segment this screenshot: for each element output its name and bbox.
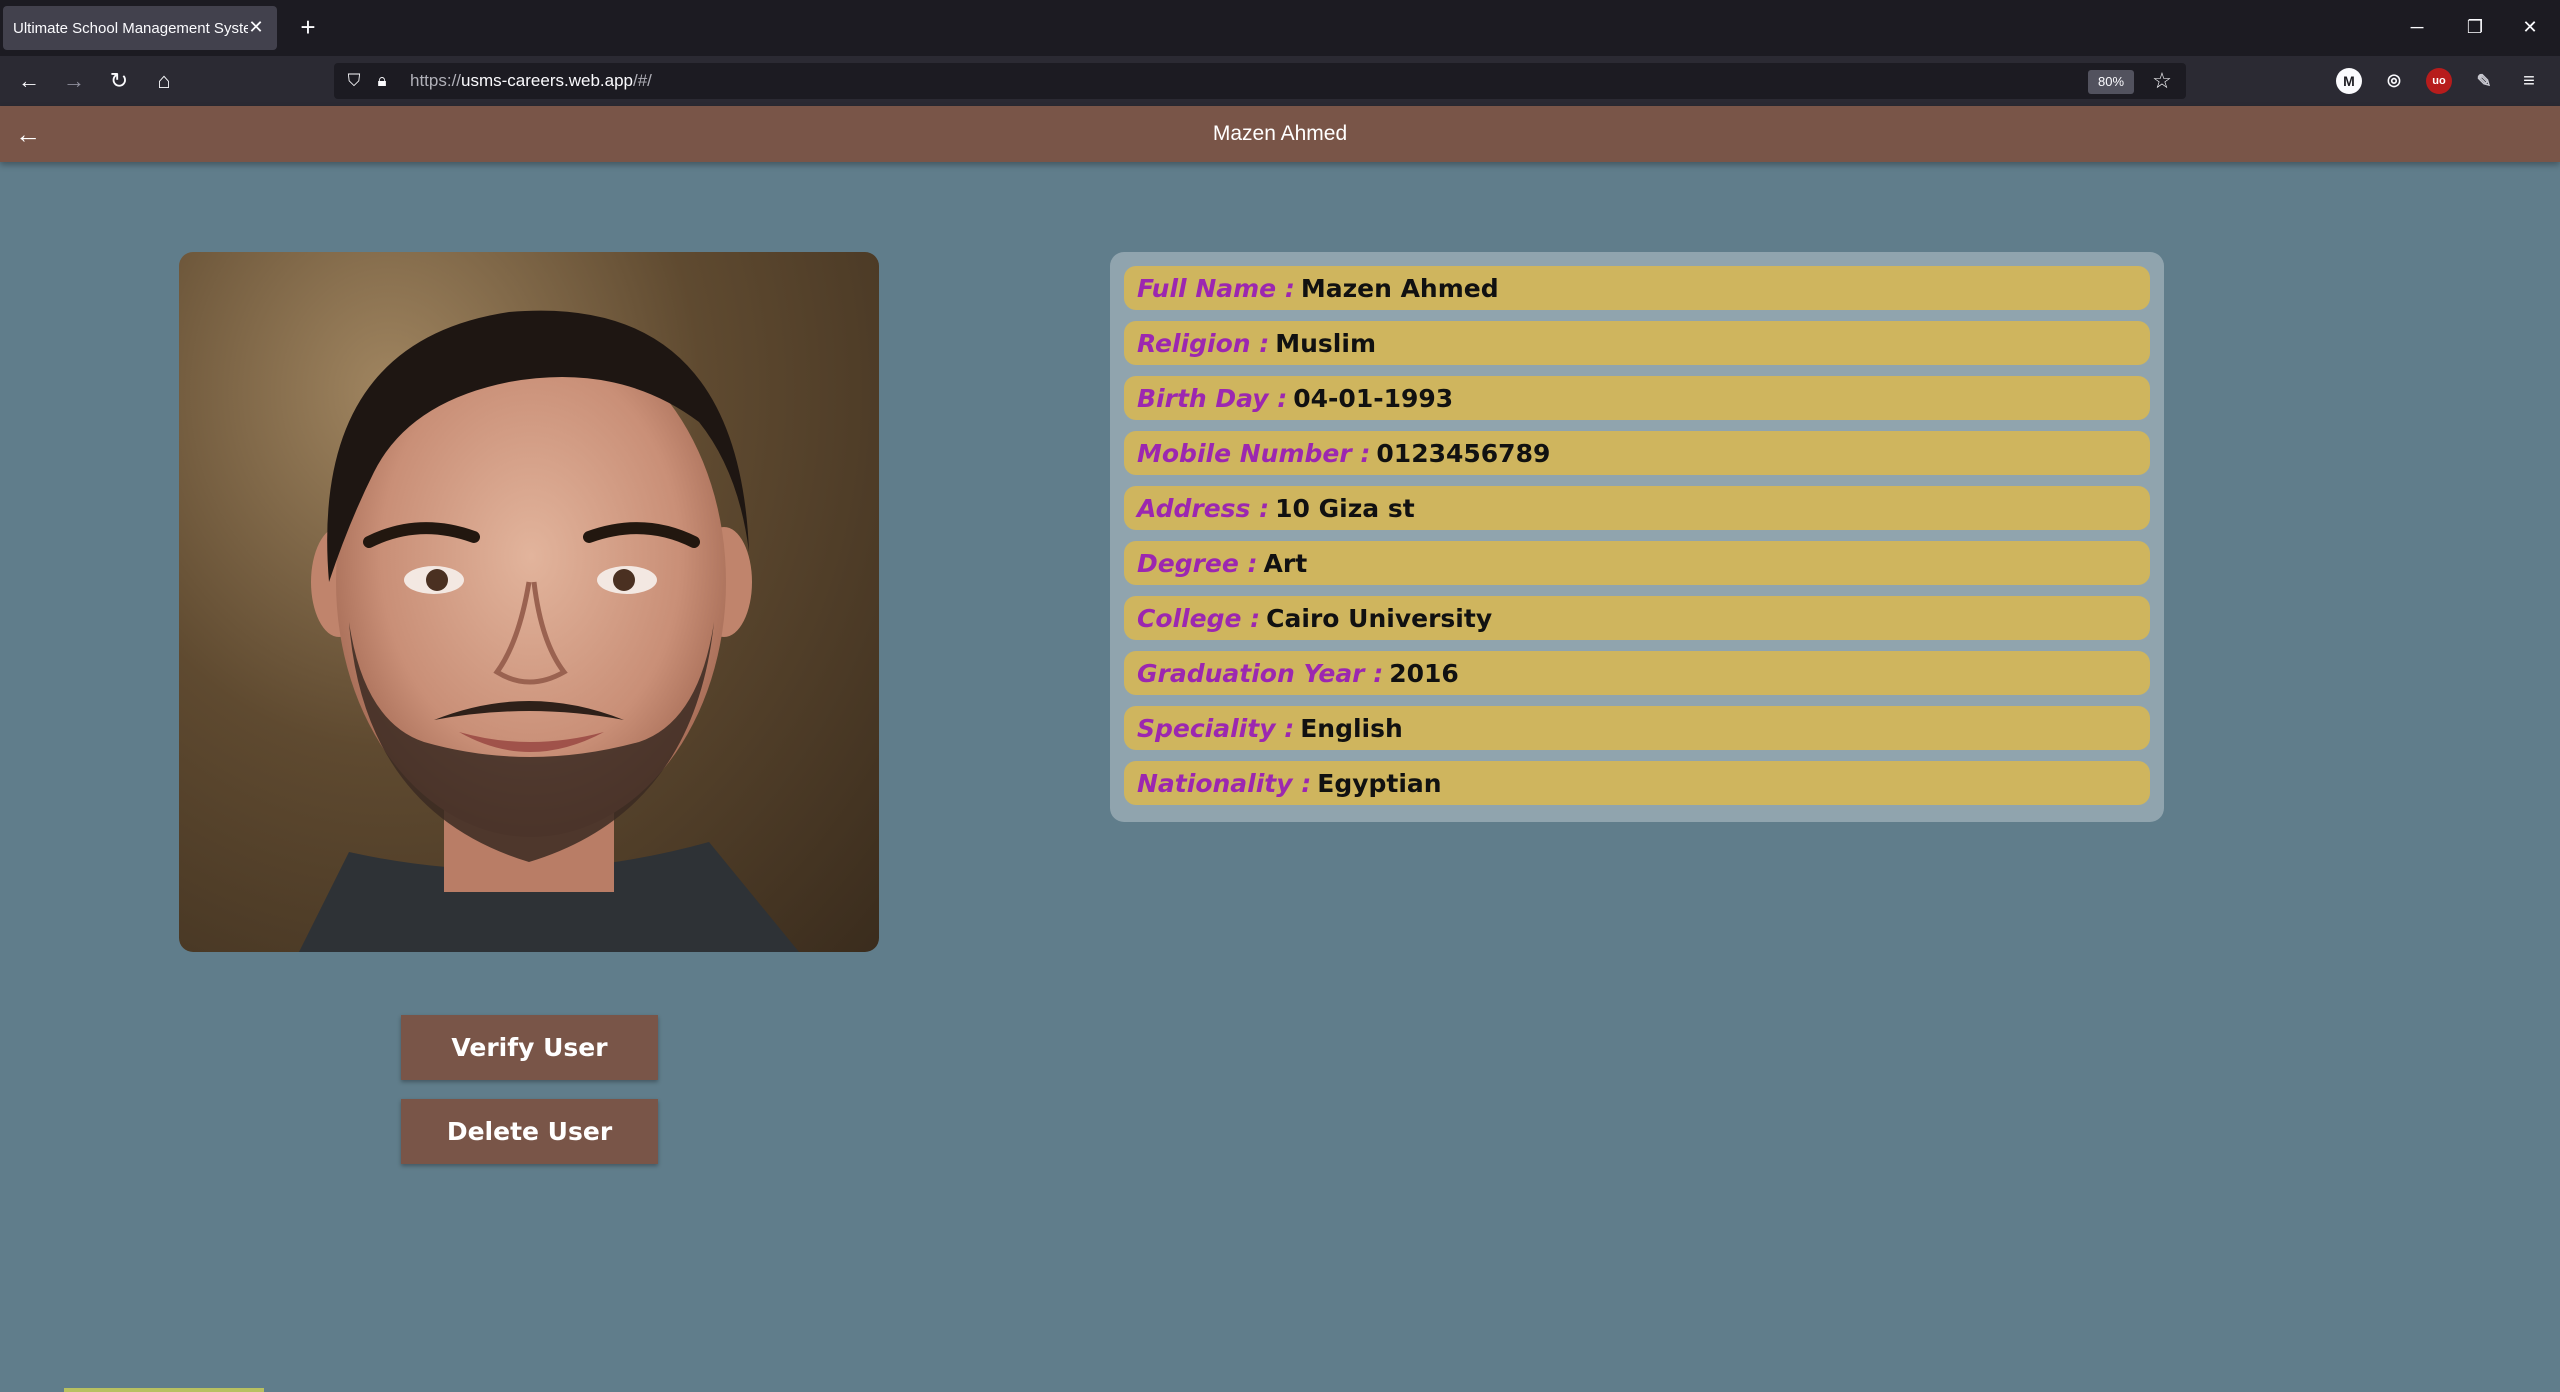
profile-photo bbox=[179, 252, 879, 952]
url-text[interactable]: https://usms-careers.web.app/#/ bbox=[410, 71, 652, 91]
verify-user-button[interactable]: Verify User bbox=[401, 1015, 658, 1080]
info-label: Mobile Number : bbox=[1137, 438, 1371, 468]
info-row-mobile-number: Mobile Number : 0123456789 bbox=[1124, 431, 2150, 475]
bottom-progress-strip bbox=[64, 1388, 264, 1392]
reload-icon[interactable]: ↻ bbox=[104, 66, 134, 96]
eyedropper-icon[interactable]: ✎ bbox=[2471, 68, 2497, 94]
info-row-degree: Degree : Art bbox=[1124, 541, 2150, 585]
extension-m-icon[interactable]: M bbox=[2336, 68, 2362, 94]
portrait-illustration bbox=[299, 310, 799, 952]
info-value: Egyptian bbox=[1317, 768, 1442, 798]
bookmark-star-icon[interactable]: ☆ bbox=[2148, 67, 2176, 95]
info-value: Cairo University bbox=[1266, 603, 1493, 633]
info-value: Art bbox=[1263, 548, 1308, 578]
info-label: College : bbox=[1137, 603, 1261, 633]
minimize-icon[interactable]: ─ bbox=[2402, 12, 2432, 42]
extension-glasses-icon[interactable]: ◎ bbox=[2381, 68, 2407, 94]
info-row-graduation-year: Graduation Year : 2016 bbox=[1124, 651, 2150, 695]
info-label: Full Name : bbox=[1137, 273, 1295, 303]
info-label: Address : bbox=[1137, 493, 1270, 523]
info-value: 2016 bbox=[1389, 658, 1459, 688]
info-row-birth-day: Birth Day : 04-01-1993 bbox=[1124, 376, 2150, 420]
url-path: /#/ bbox=[633, 71, 652, 90]
home-icon[interactable]: ⌂ bbox=[149, 66, 179, 96]
lock-icon[interactable]: 🔒︎ bbox=[370, 69, 394, 93]
menu-icon[interactable]: ≡ bbox=[2516, 68, 2542, 94]
info-label: Degree : bbox=[1137, 548, 1258, 578]
restore-icon[interactable]: ❐ bbox=[2460, 12, 2490, 42]
back-icon[interactable]: ← bbox=[14, 66, 44, 96]
info-value: 0123456789 bbox=[1376, 438, 1551, 468]
close-tab-icon[interactable]: ✕ bbox=[245, 16, 267, 38]
delete-user-button[interactable]: Delete User bbox=[401, 1099, 658, 1164]
info-label: Birth Day : bbox=[1137, 383, 1288, 413]
info-value: Mazen Ahmed bbox=[1300, 273, 1499, 303]
zoom-level[interactable]: 80% bbox=[2088, 70, 2134, 94]
info-label: Nationality : bbox=[1137, 768, 1312, 798]
browser-nav-bar: ← → ↻ ⌂ ⛉ 🔒︎ https://usms-careers.web.ap… bbox=[0, 56, 2560, 106]
browser-tab[interactable]: Ultimate School Management Syste ✕ bbox=[3, 6, 277, 50]
info-row-full-name: Full Name : Mazen Ahmed bbox=[1124, 266, 2150, 310]
address-bar[interactable]: ⛉ 🔒︎ https://usms-careers.web.app/#/ 80%… bbox=[334, 63, 2186, 99]
forward-icon[interactable]: → bbox=[59, 66, 89, 96]
info-label: Religion : bbox=[1137, 328, 1270, 358]
info-row-religion: Religion : Muslim bbox=[1124, 321, 2150, 365]
info-value: Muslim bbox=[1275, 328, 1376, 358]
app-header: ← Mazen Ahmed bbox=[0, 106, 2560, 162]
info-value: English bbox=[1300, 713, 1403, 743]
info-row-address: Address : 10 Giza st bbox=[1124, 486, 2150, 530]
new-tab-icon[interactable]: + bbox=[293, 12, 323, 42]
url-prefix: https:// bbox=[410, 71, 462, 90]
page-title: Mazen Ahmed bbox=[1212, 122, 1348, 145]
user-info-card: Full Name : Mazen Ahmed Religion : Musli… bbox=[1110, 252, 2164, 822]
info-row-speciality: Speciality : English bbox=[1124, 706, 2150, 750]
info-value: 04-01-1993 bbox=[1293, 383, 1454, 413]
browser-tab-strip: Ultimate School Management Syste ✕ + ─ ❐… bbox=[0, 0, 2560, 56]
info-label: Graduation Year : bbox=[1137, 658, 1384, 688]
info-row-college: College : Cairo University bbox=[1124, 596, 2150, 640]
info-row-nationality: Nationality : Egyptian bbox=[1124, 761, 2150, 805]
info-label: Speciality : bbox=[1137, 713, 1295, 743]
close-window-icon[interactable]: ✕ bbox=[2515, 12, 2545, 42]
shield-icon[interactable]: ⛉ bbox=[342, 69, 366, 93]
tab-title: Ultimate School Management Syste bbox=[13, 19, 248, 37]
ublock-icon[interactable]: uo bbox=[2426, 68, 2452, 94]
url-host: usms-careers.web.app bbox=[461, 71, 633, 90]
info-value: 10 Giza st bbox=[1275, 493, 1415, 523]
